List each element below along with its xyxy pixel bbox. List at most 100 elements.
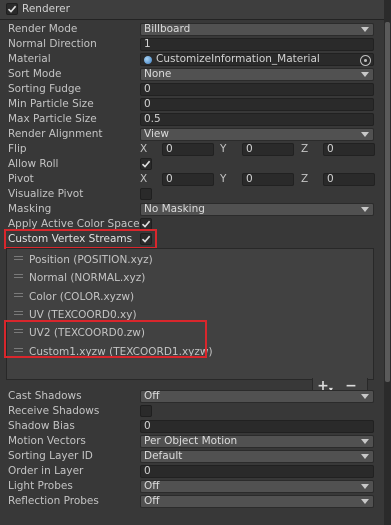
masking-row: Masking No Masking (0, 202, 384, 217)
pivot-z-field[interactable]: 0 (323, 173, 375, 186)
renderer-title: Renderer (22, 3, 70, 15)
dropdown-arrow-icon (361, 27, 369, 32)
pivot-label: Pivot (8, 173, 34, 185)
material-row: Material CustomizeInformation_Material (0, 52, 384, 67)
flip-label: Flip (8, 143, 27, 155)
pivot-row: Pivot X 0 Y 0 Z 0 (0, 172, 384, 187)
visualize-pivot-label: Visualize Pivot (8, 188, 84, 200)
list-item[interactable]: Color (COLOR.xyzw) (7, 288, 373, 306)
pivot-y-label: Y (220, 173, 227, 185)
pivot-x-label: X (140, 173, 148, 185)
flip-z-field[interactable]: 0 (323, 143, 375, 156)
checkmark-icon (7, 5, 17, 13)
min-particle-size-field[interactable]: 0 (140, 98, 374, 111)
flip-x-label: X (140, 143, 148, 155)
light-probes-label: Light Probes (8, 480, 73, 492)
dropdown-arrow-icon (361, 132, 369, 137)
drag-handle-icon[interactable] (14, 293, 23, 299)
vertex-streams-list: Position (POSITION.xyz) Normal (NORMAL.x… (6, 248, 374, 380)
inspector-scrollbar[interactable] (384, 0, 391, 525)
checkmark-icon (141, 160, 151, 168)
cast-shadows-row: Cast Shadows Off (0, 389, 384, 404)
render-alignment-label: Render Alignment (8, 128, 103, 140)
flip-row: Flip X 0 Y 0 Z 0 (0, 142, 384, 157)
visualize-pivot-checkbox[interactable] (140, 188, 152, 200)
render-mode-label: Render Mode (8, 23, 78, 35)
render-mode-row: Render Mode Billboard (0, 22, 384, 37)
checkmark-icon (141, 220, 151, 228)
reflection-probes-dropdown[interactable]: Off (140, 495, 374, 508)
motion-vectors-row: Motion Vectors Per Object Motion (0, 434, 384, 449)
min-particle-size-label: Min Particle Size (8, 98, 94, 110)
cast-shadows-dropdown[interactable]: Off (140, 390, 374, 403)
receive-shadows-checkbox[interactable] (140, 405, 152, 417)
reflection-probes-value: Off (144, 495, 160, 507)
stream-label: Normal (NORMAL.xyz) (29, 272, 146, 284)
pivot-x-field[interactable]: 0 (162, 173, 214, 186)
sorting-fudge-label: Sorting Fudge (8, 83, 82, 95)
light-probes-row: Light Probes Off (0, 479, 384, 494)
sorting-layer-id-value: Default (144, 450, 183, 462)
masking-value: No Masking (144, 203, 205, 215)
masking-dropdown[interactable]: No Masking (140, 203, 374, 216)
flip-x-field[interactable]: 0 (162, 143, 214, 156)
list-item[interactable]: Position (POSITION.xyz) (7, 251, 373, 269)
normal-direction-label: Normal Direction (8, 38, 97, 50)
allow-roll-label: Allow Roll (8, 158, 59, 170)
render-alignment-dropdown[interactable]: View (140, 128, 374, 141)
scrollbar-thumb[interactable] (385, 22, 390, 382)
material-field[interactable]: CustomizeInformation_Material (140, 53, 374, 66)
drag-handle-icon[interactable] (14, 274, 23, 280)
normal-direction-row: Normal Direction 1 (0, 37, 384, 52)
sorting-layer-id-dropdown[interactable]: Default (140, 450, 374, 463)
sort-mode-row: Sort Mode None (0, 67, 384, 82)
shadow-bias-field[interactable]: 0 (140, 420, 374, 433)
flip-y-label: Y (220, 143, 227, 155)
dropdown-arrow-icon (361, 439, 369, 444)
renderer-enabled-checkbox[interactable] (6, 3, 18, 15)
motion-vectors-value: Per Object Motion (144, 435, 238, 447)
render-alignment-row: Render Alignment View (0, 127, 384, 142)
flip-y-field[interactable]: 0 (242, 143, 294, 156)
masking-label: Masking (8, 203, 52, 215)
drag-handle-icon[interactable] (14, 311, 23, 317)
render-mode-value: Billboard (144, 23, 191, 35)
light-probes-dropdown[interactable]: Off (140, 480, 374, 493)
order-in-layer-row: Order in Layer 0 (0, 464, 384, 479)
flip-z-label: Z (301, 143, 309, 155)
sort-mode-dropdown[interactable]: None (140, 68, 374, 81)
reflection-probes-row: Reflection Probes Off (0, 494, 384, 509)
highlight-custom-streams (4, 320, 207, 358)
dropdown-arrow-icon (361, 72, 369, 77)
max-particle-size-label: Max Particle Size (8, 113, 97, 125)
order-in-layer-field[interactable]: 0 (140, 465, 374, 478)
sort-mode-label: Sort Mode (8, 68, 62, 80)
dropdown-arrow-icon (361, 454, 369, 459)
allow-roll-checkbox[interactable] (140, 158, 152, 170)
motion-vectors-dropdown[interactable]: Per Object Motion (140, 435, 374, 448)
motion-vectors-label: Motion Vectors (8, 435, 86, 447)
receive-shadows-label: Receive Shadows (8, 405, 100, 417)
sorting-fudge-field[interactable]: 0 (140, 83, 374, 96)
render-mode-dropdown[interactable]: Billboard (140, 23, 374, 36)
pivot-y-field[interactable]: 0 (242, 173, 294, 186)
highlight-custom-vertex-streams (4, 229, 157, 249)
dropdown-arrow-icon (361, 499, 369, 504)
max-particle-size-field[interactable]: 0.5 (140, 113, 374, 126)
object-picker-icon[interactable] (360, 55, 371, 66)
drag-handle-icon[interactable] (14, 256, 23, 262)
list-item[interactable]: Normal (NORMAL.xyz) (7, 269, 373, 287)
renderer-module-header[interactable]: Renderer (0, 0, 384, 20)
dropdown-arrow-icon (361, 207, 369, 212)
stream-label: Color (COLOR.xyzw) (29, 291, 135, 303)
sort-mode-value: None (144, 68, 172, 80)
shadow-bias-label: Shadow Bias (8, 420, 75, 432)
material-label: Material (8, 53, 51, 65)
shadow-bias-row: Shadow Bias 0 (0, 419, 384, 434)
receive-shadows-row: Receive Shadows (0, 404, 384, 419)
stream-label: Position (POSITION.xyz) (29, 254, 153, 266)
light-probes-value: Off (144, 480, 160, 492)
normal-direction-field[interactable]: 1 (140, 38, 374, 51)
cast-shadows-value: Off (144, 390, 160, 402)
max-particle-size-row: Max Particle Size 0.5 (0, 112, 384, 127)
